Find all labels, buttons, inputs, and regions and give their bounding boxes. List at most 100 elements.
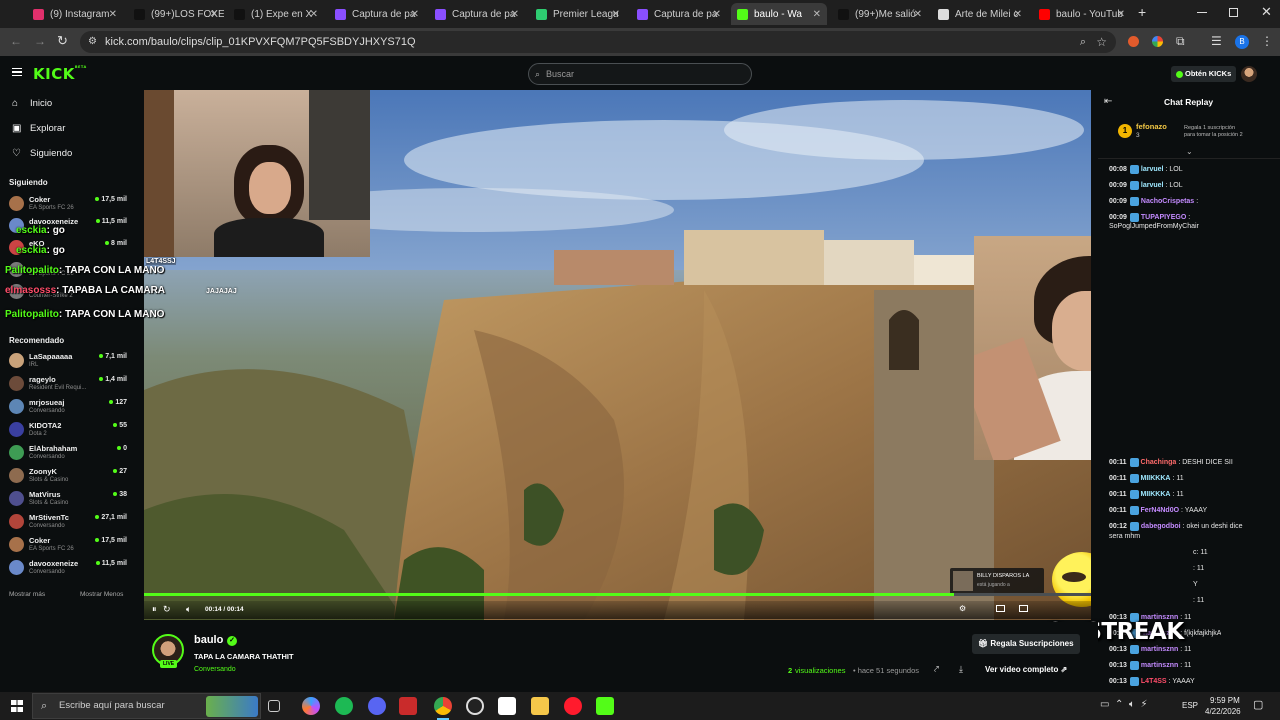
close-tab-icon[interactable]: ✕ [411, 9, 419, 20]
chat-username[interactable]: Chachinga [1141, 459, 1177, 466]
sidebar-channel[interactable]: KIDOTA2 Dota 2 55 [9, 419, 131, 441]
system-tray-icons[interactable]: ▭ ⌃ 🔈︎ ⚡︎ [1100, 699, 1148, 710]
replay-icon[interactable]: ↻ [163, 604, 171, 615]
taskbar-search[interactable]: ⌕ Escribe aquí para buscar [32, 693, 261, 719]
extensions-puzzle-icon[interactable]: ⧉ [1176, 34, 1185, 49]
sidebar-channel[interactable]: ElAbrahaham Conversando 0 [9, 442, 131, 464]
browser-tab[interactable]: (1) Expe en X ✕ [228, 3, 324, 25]
language-indicator[interactable]: ESP [1182, 701, 1198, 710]
chat-username[interactable]: L4T4SS [1141, 678, 1167, 685]
close-tab-icon[interactable]: ✕ [612, 9, 620, 20]
sidebar-channel[interactable]: mrjosueaj Conversando 127 [9, 396, 131, 418]
sidebar-channel[interactable]: davooxeneize Conversando 11,5 mil [9, 557, 131, 579]
chrome-icon[interactable] [434, 697, 452, 715]
sidebar-channel[interactable]: LaSapaaaaa IRL 7,1 mil [9, 350, 131, 372]
browser-tab[interactable]: (9) Instagram ✕ [27, 3, 123, 25]
address-bar[interactable]: ⚙ kick.com/baulo/clips/clip_01KPVXFQM7PQ… [80, 31, 1116, 53]
chat-username[interactable]: larvuel [1141, 182, 1164, 189]
minimize-window-button[interactable] [1197, 12, 1207, 13]
show-less-link[interactable]: Mostrar Menos [80, 591, 123, 598]
download-icon[interactable]: ⤓ [959, 664, 963, 675]
profile-avatar[interactable]: B [1235, 35, 1249, 49]
get-kicks-button[interactable]: Obtén KICKs [1171, 66, 1237, 82]
gift-subs-button[interactable]: 🎁︎ Regala Suscripciones [972, 634, 1080, 654]
new-tab-button[interactable]: + [1138, 4, 1146, 20]
channel-name[interactable]: baulo [194, 634, 223, 646]
reload-icon[interactable]: ↻ [57, 33, 68, 49]
browser-menu-icon[interactable]: ⋮ [1261, 34, 1273, 48]
chat-username[interactable]: martinsznn [1141, 662, 1178, 669]
extension-icon[interactable] [1128, 36, 1139, 47]
reading-list-icon[interactable]: ☰ [1211, 34, 1222, 48]
close-tab-icon[interactable]: ✕ [1014, 9, 1022, 20]
notifications-icon[interactable]: ▢ [1253, 698, 1263, 711]
browser-tab[interactable]: Captura de pa ✕ [429, 3, 525, 25]
extension-icon-2[interactable] [1152, 36, 1163, 47]
user-avatar[interactable] [1241, 66, 1257, 82]
spotify-icon[interactable] [335, 697, 353, 715]
play-icon[interactable]: ⏸ [152, 604, 157, 615]
theater-mode-icon[interactable] [996, 605, 1005, 612]
close-tab-icon[interactable]: ✕ [210, 9, 218, 20]
show-more-link[interactable]: Mostrar más [9, 591, 45, 598]
chat-username[interactable]: dabegodboi [1141, 523, 1181, 530]
close-window-button[interactable]: ✕ [1261, 4, 1272, 20]
promo-card[interactable]: BILLY DISPAROS LA está jugando a [950, 568, 1044, 594]
kick-app-icon[interactable] [596, 697, 614, 715]
discord-icon[interactable] [368, 697, 386, 715]
sidebar-channel[interactable]: rageylo Resident Evil Requi... 1,4 mil [9, 373, 131, 395]
windows-start-icon[interactable] [11, 700, 23, 712]
bookmark-star-icon[interactable]: ☆ [1096, 31, 1107, 53]
nav-siguiendo[interactable]: ♡ Siguiendo [12, 148, 72, 159]
hamburger-menu-icon[interactable] [12, 68, 22, 76]
obs-icon[interactable] [466, 697, 484, 715]
site-info-icon[interactable]: ⚙ [88, 31, 97, 53]
sidebar-channel[interactable]: MrStivenTc Conversando 27,1 mil [9, 511, 131, 533]
progress-track[interactable] [144, 593, 1091, 596]
close-tab-icon[interactable]: ✕ [914, 9, 922, 20]
close-tab-icon[interactable]: ✕ [713, 9, 721, 20]
video-player[interactable]: BILLY DISPAROS LA está jugando a ⏸ ↻ 🔈︎ … [144, 90, 1091, 620]
full-video-button[interactable]: Ver video completo ⇗ [978, 661, 1074, 679]
epic-icon[interactable] [498, 697, 516, 715]
sidebar-channel[interactable]: Coker EA Sports FC 26 17,5 mil [9, 193, 131, 215]
nav-explorar[interactable]: ▣ Explorar [12, 123, 65, 134]
browser-tab[interactable]: baulo - Wa ✕ [731, 3, 827, 25]
chat-username[interactable]: MIIKKKA [1141, 491, 1171, 498]
chat-username[interactable]: martinsznn [1141, 646, 1178, 653]
pip-icon[interactable] [1019, 605, 1028, 612]
file-explorer-icon[interactable] [531, 697, 549, 715]
browser-tab[interactable]: Premier Leagu ✕ [530, 3, 626, 25]
clock-time[interactable]: 9:59 PM [1210, 696, 1240, 705]
kick-logo[interactable]: KICKBETA [33, 65, 87, 83]
chat-username[interactable]: TUPAPIYEGO [1141, 214, 1186, 221]
search-input[interactable]: ⌕ Buscar [528, 63, 752, 85]
sidebar-channel[interactable]: ZoonyK Slots & Casino 27 [9, 465, 131, 487]
browser-tab[interactable]: Captura de pa ✕ [329, 3, 425, 25]
chat-username[interactable]: FerN4Nd0O [1141, 507, 1180, 514]
browser-tab[interactable]: (99+)Me salió ✕ [832, 3, 928, 25]
back-icon[interactable]: ← [10, 34, 22, 48]
browser-tab[interactable]: Captura de pa ✕ [631, 3, 727, 25]
chat-username[interactable]: NachoCrispetas [1141, 198, 1194, 205]
forward-icon[interactable]: → [34, 34, 46, 48]
zoom-icon[interactable]: ⌕ [1080, 31, 1086, 53]
close-tab-icon[interactable]: ✕ [511, 9, 519, 20]
close-tab-icon[interactable]: ✕ [310, 9, 318, 20]
close-tab-icon[interactable]: ✕ [813, 9, 821, 20]
copilot-icon[interactable] [302, 697, 320, 715]
clip-category[interactable]: Conversando [194, 666, 236, 673]
share-icon[interactable]: ⤤ [934, 664, 939, 675]
restore-window-button[interactable] [1229, 8, 1238, 17]
chat-username[interactable]: larvuel [1141, 166, 1164, 173]
expand-pinned-icon[interactable]: ⌄ [1186, 147, 1193, 156]
sidebar-channel[interactable]: Coker EA Sports FC 26 17,5 mil [9, 534, 131, 556]
task-view-icon[interactable] [268, 700, 280, 712]
browser-tab[interactable]: baulo - YouTub ✕ [1033, 3, 1131, 25]
chat-username[interactable]: MIIKKKA [1141, 475, 1171, 482]
sidebar-channel[interactable]: MatVirus Slots & Casino 38 [9, 488, 131, 510]
app-icon-red[interactable] [399, 697, 417, 715]
close-tab-icon[interactable]: ✕ [1117, 9, 1125, 20]
close-tab-icon[interactable]: ✕ [109, 9, 117, 20]
opera-icon[interactable] [564, 697, 582, 715]
